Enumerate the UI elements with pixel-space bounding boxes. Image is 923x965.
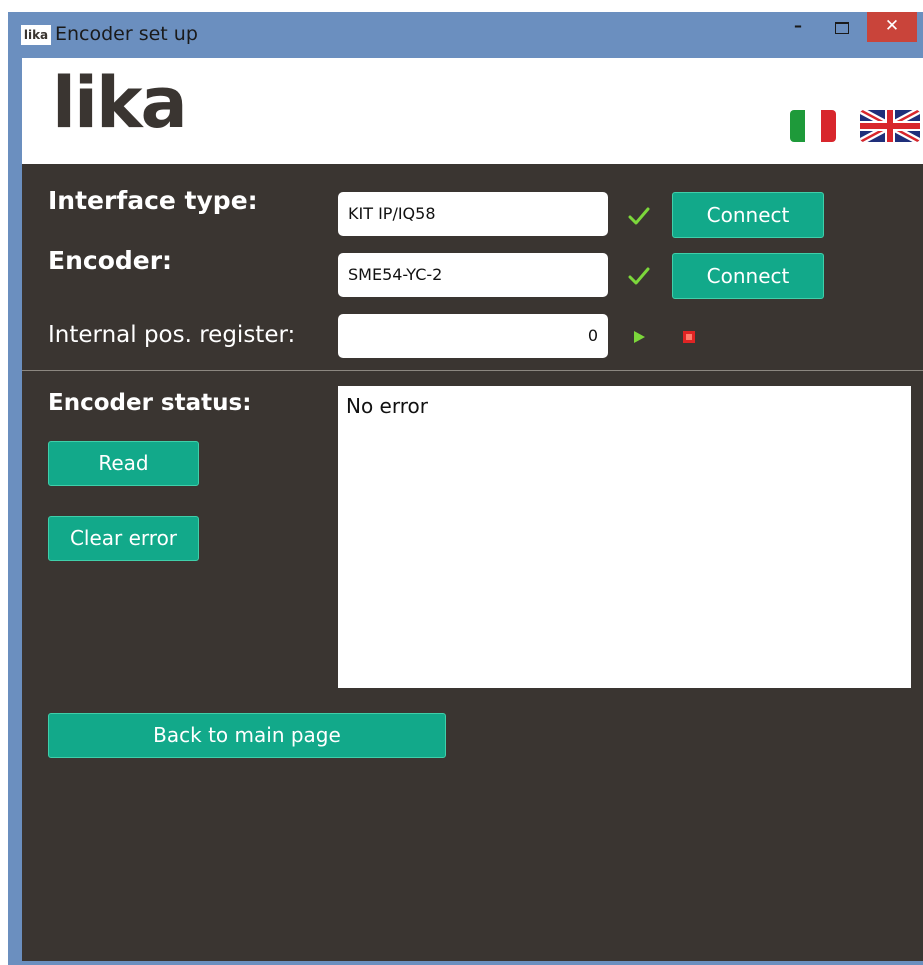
app-icon: lika	[21, 25, 51, 45]
close-icon: ✕	[884, 16, 900, 36]
encoder-label: Encoder:	[48, 246, 173, 275]
section-divider	[22, 370, 923, 371]
italian-flag-icon[interactable]	[790, 110, 836, 142]
clear-error-button[interactable]: Clear error	[48, 516, 199, 561]
stop-icon[interactable]	[682, 330, 696, 344]
minimize-icon: –	[794, 16, 802, 35]
play-icon[interactable]	[632, 330, 646, 344]
encoder-ok-check-icon	[628, 267, 650, 285]
interface-ok-check-icon	[628, 207, 650, 225]
uk-flag-icon[interactable]	[860, 110, 920, 142]
position-register-field[interactable]: 0	[338, 314, 608, 358]
status-message-box: No error	[338, 386, 911, 688]
interface-type-label: Interface type:	[48, 186, 258, 215]
interface-connect-button[interactable]: Connect	[672, 192, 824, 238]
read-button[interactable]: Read	[48, 441, 199, 486]
title-bar[interactable]: lika Encoder set up – ✕	[8, 12, 923, 58]
lika-logo: lika	[52, 62, 188, 144]
status-message: No error	[346, 394, 428, 418]
close-button[interactable]: ✕	[867, 12, 917, 42]
position-register-label: Internal pos. register:	[48, 322, 296, 348]
maximize-icon	[835, 22, 849, 34]
app-window: lika Encoder set up – ✕ lika Interface t	[8, 12, 923, 965]
window-title: Encoder set up	[55, 23, 198, 45]
maximize-button[interactable]	[820, 12, 864, 42]
interface-type-field[interactable]: KIT IP/IQ58	[338, 192, 608, 236]
header-bar: lika	[22, 58, 923, 164]
encoder-field[interactable]: SME54-YC-2	[338, 253, 608, 297]
client-area: lika Interface type: KIT IP/IQ58 Connect	[22, 58, 923, 961]
encoder-status-label: Encoder status:	[48, 390, 252, 416]
encoder-connect-button[interactable]: Connect	[672, 253, 824, 299]
back-to-main-page-button[interactable]: Back to main page	[48, 713, 446, 758]
minimize-button[interactable]: –	[776, 12, 820, 42]
